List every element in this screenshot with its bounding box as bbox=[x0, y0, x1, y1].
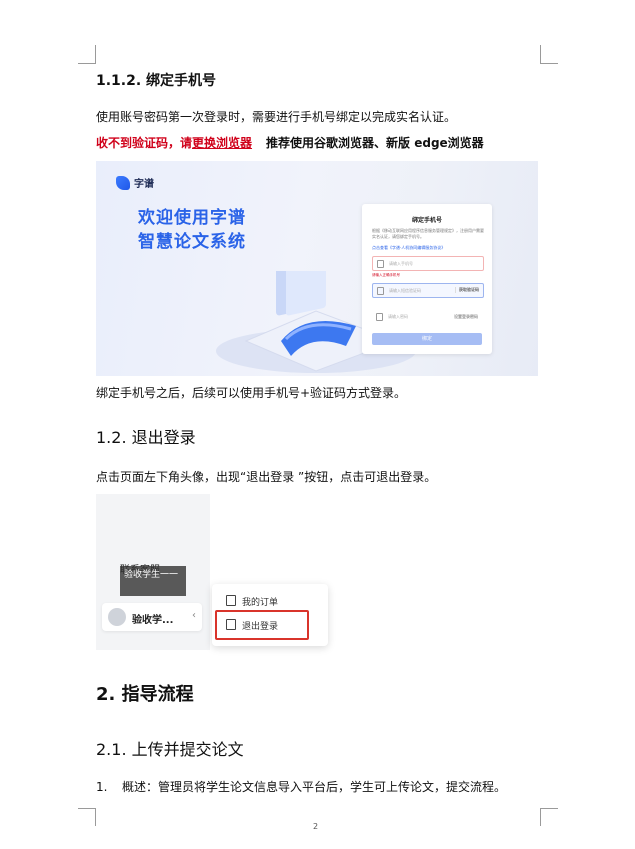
crop-mark bbox=[540, 808, 558, 809]
list-number: 1. bbox=[96, 780, 108, 794]
crop-mark bbox=[95, 808, 96, 826]
phone-icon bbox=[377, 260, 384, 268]
crop-mark bbox=[540, 63, 558, 64]
code-placeholder: 请输入短信验证码 bbox=[389, 288, 421, 293]
warning-line: 收不到验证码，请更换浏览器 推荐使用谷歌浏览器、新版 edge浏览器 bbox=[96, 134, 484, 151]
list-item: 1. 概述：管理员将学生论文信息导入平台后，学生可上传论文，提交流程。 bbox=[96, 778, 506, 795]
password-placeholder: 请输入密码 bbox=[388, 314, 408, 319]
get-code-button[interactable]: 获取验证码 bbox=[455, 287, 479, 293]
heading-upload-thesis: 2.1. 上传并提交论文 bbox=[96, 740, 244, 759]
user-menu-popup: 我的订单 退出登录 bbox=[212, 584, 328, 646]
card-description: 根据《移动互联网应用程序信息服务管理规定》，注册用户需要实名认证，请您绑定手机号… bbox=[372, 228, 484, 239]
phone-placeholder: 请输入手机号 bbox=[389, 261, 413, 266]
agreement-link[interactable]: 点击查看《字谱·人机协同编辑服务协议》 bbox=[372, 245, 445, 251]
intro-paragraph: 使用账号密码第一次登录时，需要进行手机号绑定以完成实名认证。 bbox=[96, 110, 457, 124]
crop-mark bbox=[95, 45, 96, 63]
lock-icon bbox=[376, 313, 383, 321]
sidebar: 联系客服 验收学生一一 验收学... ‹ bbox=[96, 494, 210, 650]
code-field[interactable]: 请输入短信验证码 获取验证码 bbox=[372, 283, 484, 298]
welcome-line-2: 智慧论文系统 bbox=[138, 232, 246, 252]
bind-phone-card: 绑定手机号 根据《移动互联网应用程序信息服务管理规定》，注册用户需要实名认证，请… bbox=[362, 204, 492, 354]
phone-error: 请输入正确手机号 bbox=[372, 273, 400, 277]
after-bind-paragraph: 绑定手机号之后，后续可以使用手机号+验证码方式登录。 bbox=[96, 386, 407, 400]
welcome-line-1: 欢迎使用字谱 bbox=[138, 208, 246, 228]
menu-item-orders[interactable]: 我的订单 bbox=[226, 595, 278, 608]
logo-icon bbox=[116, 175, 130, 190]
crop-mark bbox=[78, 808, 96, 809]
username-tooltip: 验收学生一一 bbox=[120, 566, 186, 596]
shield-icon bbox=[377, 287, 384, 295]
user-name: 验收学... bbox=[132, 615, 174, 626]
zipu-logo: 字谱 bbox=[116, 175, 154, 190]
heading-bind-phone: 1.1.2. 绑定手机号 bbox=[96, 73, 217, 89]
menu-orders-label: 我的订单 bbox=[242, 598, 279, 608]
heading-logout: 1.2. 退出登录 bbox=[96, 428, 196, 447]
password-field[interactable]: 请输入密码 设置登录密码 bbox=[372, 310, 482, 323]
browser-recommendation: 推荐使用谷歌浏览器、新版 edge浏览器 bbox=[266, 136, 484, 150]
bind-phone-screenshot: 字谱 欢迎使用字谱 智慧论文系统 绑定手机号 根据《移动互联网应用程序信息服务管… bbox=[96, 161, 538, 376]
orders-icon bbox=[226, 595, 236, 606]
logout-screenshot: 联系客服 验收学生一一 验收学... ‹ 我的订单 退出登录 bbox=[96, 494, 342, 650]
crop-mark bbox=[540, 808, 541, 826]
chevron-left-icon: ‹ bbox=[192, 610, 196, 621]
card-title: 绑定手机号 bbox=[411, 217, 442, 224]
password-hint: 设置登录密码 bbox=[454, 314, 478, 319]
warning-text: 收不到验证码，请 bbox=[96, 136, 193, 150]
avatar[interactable] bbox=[108, 608, 126, 626]
page-number: 2 bbox=[313, 822, 319, 831]
list-text: 概述：管理员将学生论文信息导入平台后，学生可上传论文，提交流程。 bbox=[122, 780, 507, 794]
heading-guidance-flow: 2. 指导流程 bbox=[96, 684, 194, 705]
user-profile-button[interactable]: 验收学... ‹ bbox=[102, 603, 202, 631]
logo-text: 字谱 bbox=[134, 179, 154, 190]
phone-field[interactable]: 请输入手机号 bbox=[372, 256, 484, 271]
logout-paragraph: 点击页面左下角头像，出现“退出登录 ”按钮，点击可退出登录。 bbox=[96, 470, 437, 484]
crop-mark bbox=[78, 63, 96, 64]
highlight-box bbox=[215, 610, 309, 640]
change-browser-link[interactable]: 更换浏览器 bbox=[192, 136, 252, 150]
bind-button[interactable]: 绑定 bbox=[372, 333, 482, 345]
crop-mark bbox=[540, 45, 541, 63]
